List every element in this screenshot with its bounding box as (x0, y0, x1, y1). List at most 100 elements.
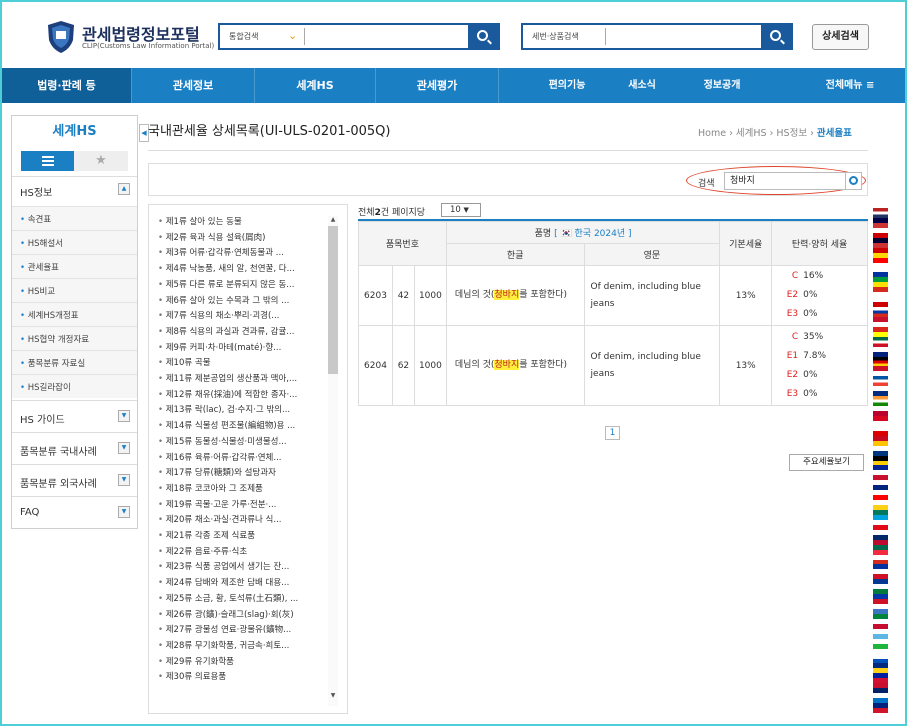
sidebar-section-faq[interactable]: FAQ ▼ (12, 496, 137, 528)
integrated-search-type[interactable]: 통합검색 (229, 31, 258, 42)
country-flag-icon[interactable] (873, 663, 888, 674)
chapter-item[interactable]: 제12류 채유(採油)에 적합한 종자·... (158, 388, 328, 404)
country-flag-icon[interactable] (873, 633, 888, 644)
integrated-search-button[interactable] (468, 25, 498, 48)
chapter-item[interactable]: 제28류 무기화학품, 귀금속·희토... (158, 639, 328, 655)
sidebar-section-hs-guide[interactable]: HS 가이드 ▼ (12, 400, 137, 432)
country-flag-icon[interactable] (873, 495, 888, 506)
breadcrumb-hs-info[interactable]: HS정보 (776, 128, 807, 139)
country-flag-icon[interactable] (873, 267, 888, 278)
chapter-item[interactable]: 제2류 육과 식용 설육(屑肉) (158, 231, 328, 247)
sidebar-item-hs-revision[interactable]: 세계HS개정표 (12, 302, 137, 326)
country-flag-icon[interactable] (873, 703, 888, 713)
search-button[interactable] (845, 172, 862, 190)
country-flag-icon[interactable] (873, 287, 888, 298)
sidebar-item-hs-compare[interactable]: HS비교 (12, 278, 137, 302)
country-flag-icon[interactable] (873, 356, 888, 367)
country-flag-icon[interactable] (873, 574, 888, 585)
scroll-down-icon[interactable]: ▼ (328, 692, 338, 702)
country-flag-icon[interactable] (873, 534, 888, 545)
country-flag-icon[interactable] (873, 475, 888, 486)
chapter-item[interactable]: 제5류 다른 류로 분류되지 않은 동... (158, 278, 328, 294)
nav-item-laws[interactable]: 법령·판례 등 (2, 68, 131, 103)
country-flag-icon[interactable] (873, 425, 888, 436)
country-flag-icon[interactable] (873, 396, 888, 407)
country-flag-icon[interactable] (873, 445, 888, 456)
country-flag-icon[interactable] (873, 415, 888, 426)
chapter-item[interactable]: 제13류 락(lac), 검·수지·그 밖의... (158, 403, 328, 419)
chapter-item[interactable]: 제4류 낙농품, 새의 알, 천연꿀, 다... (158, 262, 328, 278)
country-flag-icon[interactable] (873, 208, 888, 218)
country-flag-icon[interactable] (873, 227, 888, 238)
scroll-up-icon[interactable]: ▲ (328, 216, 338, 226)
chapter-item[interactable]: 제18류 코코아와 그 조제품 (158, 482, 328, 498)
hs-search-button[interactable] (761, 25, 791, 48)
integrated-search-box[interactable]: 통합검색 ⌄ (218, 23, 500, 50)
country-flag-icon[interactable] (873, 297, 888, 308)
nav-item-news[interactable]: 새소식 (607, 68, 677, 103)
rate-code[interactable]: E3 (782, 385, 798, 404)
country-flag-icon[interactable] (873, 505, 888, 515)
chapter-item[interactable]: 제16류 육류·어류·갑각류·연체... (158, 451, 328, 467)
country-flag-icon[interactable] (873, 257, 888, 268)
sidebar-item-convention-revision[interactable]: HS협약 개정자료 (12, 326, 137, 350)
country-flag-icon[interactable] (873, 643, 888, 654)
country-flag-icon[interactable] (873, 653, 888, 664)
chapter-item[interactable]: 제21류 각종 조제 식료품 (158, 529, 328, 545)
chapter-item[interactable]: 제19류 곡물·고운 가루·전분·... (158, 498, 328, 514)
chapter-item[interactable]: 제20류 채소·과실·견과류나 식... (158, 513, 328, 529)
chapter-item[interactable]: 제24류 담배와 제조한 담배 대용... (158, 576, 328, 592)
country-flag-icon[interactable] (873, 217, 888, 228)
rate-code[interactable]: C (782, 328, 798, 347)
chapter-item[interactable]: 제26류 광(鑛)·슬래그(slag)·회(灰) (158, 608, 328, 624)
chevron-down-icon[interactable]: ⌄ (288, 29, 297, 42)
table-row[interactable]: 6204 62 1000 데님의 것(청바지를 포함한다) Of denim, incl… (358, 325, 868, 406)
sidebar-section-domestic-cases[interactable]: 품목분류 국내사례 ▼ (12, 432, 137, 464)
nav-item-valuation[interactable]: 관세평가 (376, 68, 498, 103)
country-flag-icon[interactable] (873, 435, 888, 446)
code-part-1[interactable]: 6204 (358, 325, 393, 406)
sidebar-item-classification-library[interactable]: 품목분류 자료실 (12, 350, 137, 374)
rate-code[interactable]: E1 (782, 347, 798, 366)
expand-icon[interactable]: ▼ (118, 474, 130, 486)
country-flag-icon[interactable] (873, 465, 888, 476)
country-flag-icon[interactable] (873, 346, 888, 357)
chapter-item[interactable]: 제11류 제분공업의 생산품과 맥아,... (158, 372, 328, 388)
country-flag-icon[interactable] (873, 524, 888, 535)
page-link-1[interactable]: 1 (605, 426, 620, 440)
country-flag-icon[interactable] (873, 554, 888, 565)
list-view-tab[interactable] (21, 151, 74, 171)
chapter-item[interactable]: 제10류 곡물 (158, 356, 328, 372)
nav-item-world-hs[interactable]: 세계HS (255, 68, 375, 103)
chapter-item[interactable]: 제30류 의료용품 (158, 670, 328, 686)
chapter-item[interactable]: 제23류 식품 공업에서 생기는 잔... (158, 560, 328, 576)
country-flag-icon[interactable] (873, 336, 888, 347)
country-flag-icon[interactable] (873, 673, 888, 684)
sidebar-item-tariff-table[interactable]: 관세율표 (12, 254, 137, 278)
code-part-2[interactable]: 42 (391, 265, 415, 326)
sidebar-item-hs-commentary[interactable]: HS해설서 (12, 230, 137, 254)
rate-code[interactable]: E2 (782, 366, 798, 385)
country-flag-icon[interactable] (873, 693, 888, 704)
country-flag-icon[interactable] (873, 277, 888, 288)
country-flag-icon[interactable] (873, 584, 888, 595)
chapter-item[interactable]: 제15류 동물성·식물성·미생물성... (158, 435, 328, 451)
nav-item-all-menu[interactable]: 전체메뉴 ≡ (805, 68, 895, 103)
code-part-2[interactable]: 62 (391, 325, 415, 406)
nav-item-customs-info[interactable]: 관세정보 (132, 68, 254, 103)
code-part-3[interactable]: 1000 (413, 265, 447, 326)
rate-code[interactable]: E3 (782, 305, 798, 324)
sidebar-item-hs-guide-book[interactable]: HS길라잡이 (12, 374, 137, 398)
country-flag-icon[interactable] (873, 326, 888, 337)
chapter-item[interactable]: 제22류 음료·주류·식초 (158, 545, 328, 561)
main-rate-view-button[interactable]: 주요세율보기 (789, 454, 864, 471)
breadcrumb-home[interactable]: Home (698, 128, 726, 139)
country-flag-icon[interactable] (873, 307, 888, 317)
chapter-item[interactable]: 제27류 광물성 연료·광물유(鑛物... (158, 623, 328, 639)
sidebar-section-hs-info[interactable]: HS정보 ▲ (12, 176, 137, 202)
chapter-item[interactable]: 제3류 어류·갑각류·연체동물과 ... (158, 246, 328, 262)
chapter-item[interactable]: 제7류 식용의 채소·뿌리·괴경(... (158, 309, 328, 325)
country-flag-icon[interactable] (873, 485, 888, 496)
code-part-1[interactable]: 6203 (358, 265, 393, 326)
table-row[interactable]: 6203 42 1000 데님의 것(청바지를 포함한다) Of denim, incl… (358, 265, 868, 326)
